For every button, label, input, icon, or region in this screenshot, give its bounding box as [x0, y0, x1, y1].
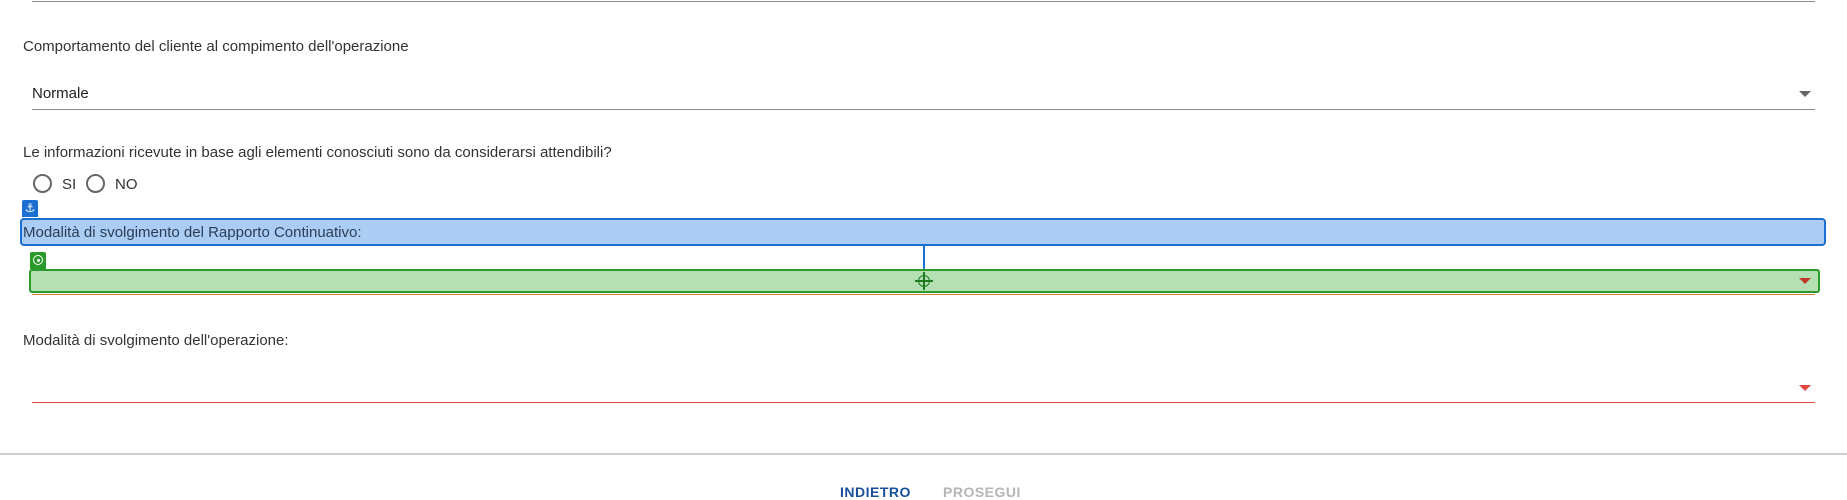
continuous-relationship-underline [32, 294, 1815, 295]
radio-si[interactable] [33, 174, 52, 193]
radio-no-label[interactable]: NO [115, 176, 138, 193]
customer-behavior-select[interactable]: Normale [32, 80, 1815, 110]
caret-down-icon [1799, 278, 1811, 284]
next-button[interactable]: PROSEGUI [943, 484, 1021, 500]
footer-divider [0, 453, 1847, 455]
operation-mode-underline [32, 402, 1815, 403]
previous-field-underline [32, 1, 1815, 2]
customer-behavior-underline [32, 109, 1815, 110]
customer-behavior-value: Normale [32, 85, 89, 102]
radio-si-label[interactable]: SI [62, 176, 76, 193]
back-button[interactable]: INDIETRO [840, 484, 911, 500]
annotation-connector [923, 246, 925, 270]
operation-mode-select[interactable] [32, 372, 1815, 402]
caret-down-icon [1799, 91, 1811, 97]
target-icon [30, 252, 46, 269]
reliability-question-label: Le informazioni ricevute in base agli el… [23, 144, 612, 161]
customer-behavior-label: Comportamento del cliente al compimento … [23, 38, 409, 55]
anchor-icon: ⚓ [22, 200, 38, 217]
operation-mode-label: Modalità di svolgimento dell'operazione: [23, 332, 289, 349]
radio-no[interactable] [86, 174, 105, 193]
continuous-relationship-label: Modalità di svolgimento del Rapporto Con… [23, 224, 362, 241]
crosshair-icon [915, 272, 933, 290]
caret-down-icon [1799, 385, 1811, 391]
